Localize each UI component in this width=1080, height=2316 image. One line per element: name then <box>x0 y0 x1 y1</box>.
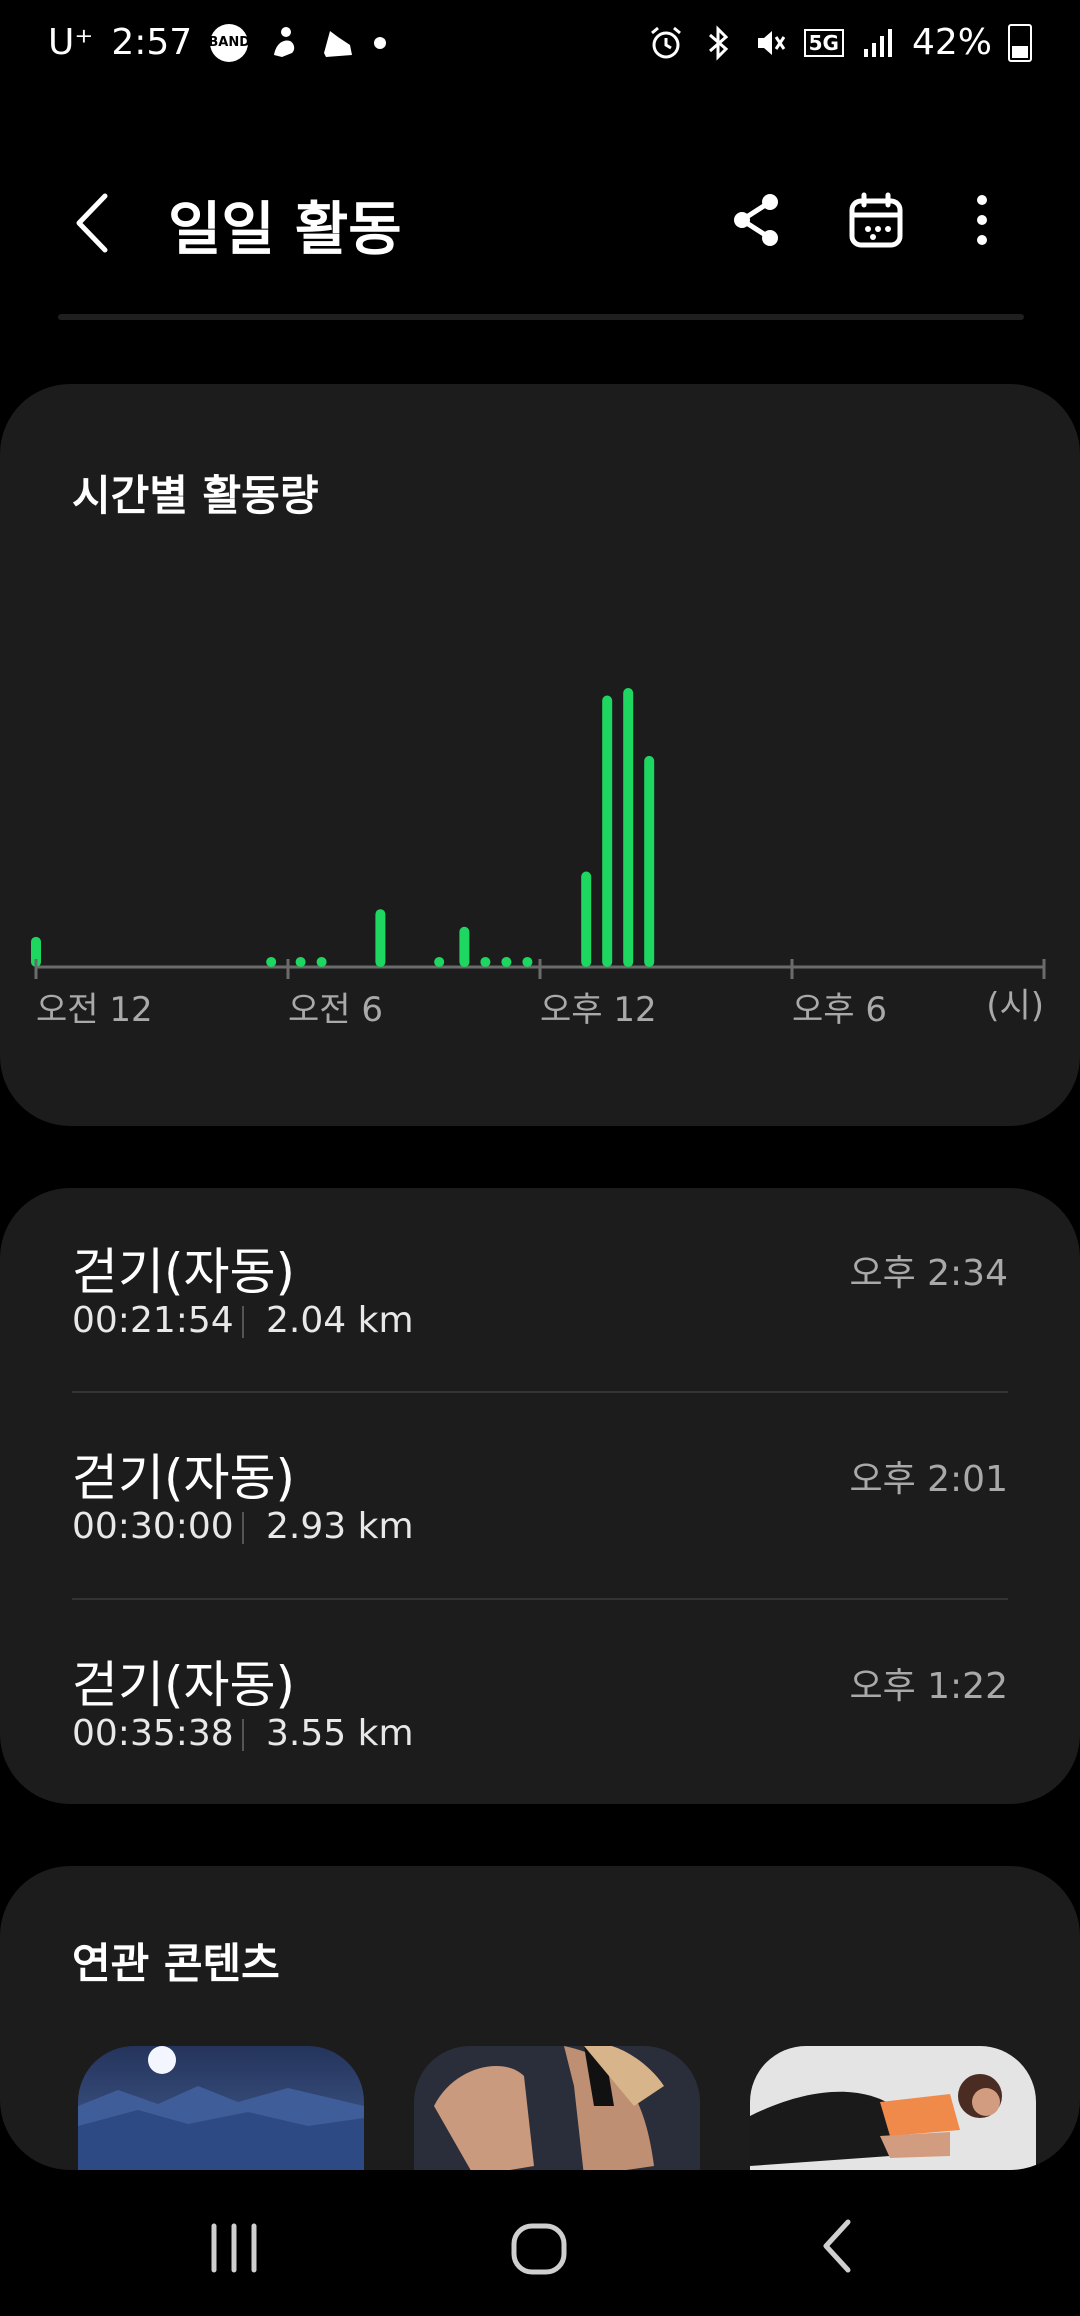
alarm-icon <box>650 26 681 58</box>
activity-time: 오후 2:01 <box>849 1459 1008 1500</box>
bluetooth-icon <box>708 24 728 61</box>
activity-bar <box>501 956 512 967</box>
band-app-icon: BAND <box>208 23 250 62</box>
scroll-edge-divider <box>58 314 1024 320</box>
status-bar: U⁺ 2:57 BAND 5G 42% <box>0 0 1080 96</box>
back-icon <box>76 193 108 253</box>
activity-row[interactable]: 걷기(자동) 00:21:54 2.04 km 오후 2:34 <box>72 1188 1008 1393</box>
list-divider <box>72 1598 1008 1600</box>
list-divider <box>72 1391 1008 1393</box>
app-bar: 일일 활동 <box>0 150 1080 290</box>
woman-plank-exercise-image <box>750 2046 1036 2170</box>
recent-apps-button[interactable] <box>200 2218 270 2278</box>
activity-list-card: 걷기(자동) 00:21:54 2.04 km 오후 2:34 걷기(자동) 0… <box>0 1188 1080 1804</box>
x-axis-unit: (시) <box>986 986 1044 1026</box>
hourly-activity-chart: 오전 12 오전 6 오후 12 오후 6 (시) <box>31 688 1046 1030</box>
calendar-button[interactable] <box>836 180 916 260</box>
activity-row[interactable]: 걷기(자동) 00:30:00 2.93 km 오후 2:01 <box>72 1394 1008 1599</box>
related-content-title: 연관 콘텐츠 <box>72 1939 280 1988</box>
back-button[interactable] <box>56 188 126 258</box>
mute-icon <box>757 30 785 55</box>
samsung-health-icon <box>274 26 295 57</box>
notification-dot-icon <box>374 36 387 49</box>
nav-back-button[interactable] <box>810 2216 870 2276</box>
thumbnail-back-workout[interactable] <box>414 2046 700 2170</box>
x-tick-label: 오전 12 <box>36 990 153 1030</box>
activity-time: 오후 1:22 <box>849 1666 1008 1707</box>
home-icon <box>511 2223 567 2275</box>
more-options-button[interactable] <box>942 180 1022 260</box>
hourly-activity-card: 시간별 활동량 오전 12 오전 6 오후 12 오후 6 (시) <box>0 384 1080 1126</box>
row-separator <box>242 1306 244 1338</box>
page-title: 일일 활동 <box>168 195 402 263</box>
activity-bar <box>623 688 634 967</box>
activity-bar <box>644 755 655 967</box>
home-button[interactable] <box>500 2214 580 2284</box>
network-5g-label: 5G <box>803 28 844 57</box>
carrier-label: U⁺ <box>48 22 94 63</box>
share-button[interactable] <box>716 180 796 260</box>
activity-title: 걷기(자동) <box>72 1656 296 1714</box>
calendar-icon <box>849 192 903 248</box>
clock: 2:57 <box>111 22 193 63</box>
activity-distance: 3.55 km <box>266 1713 414 1754</box>
more-icon <box>977 195 987 245</box>
row-separator <box>242 1512 244 1544</box>
activity-bar <box>266 956 277 967</box>
x-tick-label: 오후 6 <box>792 990 887 1030</box>
status-right: 5G 42% <box>648 22 1032 63</box>
activity-title: 걷기(자동) <box>72 1449 296 1507</box>
activity-duration: 00:35:38 <box>72 1713 234 1754</box>
signal-icon <box>863 28 892 57</box>
status-left: U⁺ 2:57 BAND <box>48 22 387 63</box>
activity-bar <box>316 956 327 967</box>
activity-bar <box>581 871 592 967</box>
row-separator <box>242 1719 244 1751</box>
nav-back-icon <box>823 2219 851 2273</box>
activity-duration: 00:21:54 <box>72 1300 234 1341</box>
activity-title: 걷기(자동) <box>72 1243 296 1301</box>
night-mountain-landscape-image <box>78 2046 364 2170</box>
x-tick-label: 오후 12 <box>540 990 657 1030</box>
battery-percent: 42% <box>911 22 992 63</box>
share-icon <box>734 194 778 246</box>
activity-bar <box>295 956 306 967</box>
related-content-card: 연관 콘텐츠 <box>0 1866 1080 2170</box>
activity-bar <box>480 956 491 967</box>
thumbnail-plank-exercise[interactable] <box>750 2046 1036 2170</box>
activity-bar <box>459 926 470 967</box>
system-navigation-bar <box>0 2176 1080 2316</box>
activity-time: 오후 2:34 <box>849 1253 1008 1294</box>
activity-bar <box>434 956 445 967</box>
activity-distance: 2.04 km <box>266 1300 414 1341</box>
x-tick-label: 오전 6 <box>288 990 383 1030</box>
activity-bar <box>602 695 613 967</box>
activity-duration: 00:30:00 <box>72 1506 234 1547</box>
thumbnail-night-landscape[interactable] <box>78 2046 364 2170</box>
woman-back-workout-image <box>414 2046 700 2170</box>
recent-apps-icon <box>211 2223 257 2273</box>
activity-bar <box>522 956 533 967</box>
activity-bar <box>375 909 386 967</box>
shoe-icon <box>324 30 353 57</box>
activity-distance: 2.93 km <box>266 1506 414 1547</box>
battery-icon <box>1008 23 1032 62</box>
activity-row[interactable]: 걷기(자동) 00:35:38 3.55 km 오후 1:22 <box>72 1601 1008 1806</box>
